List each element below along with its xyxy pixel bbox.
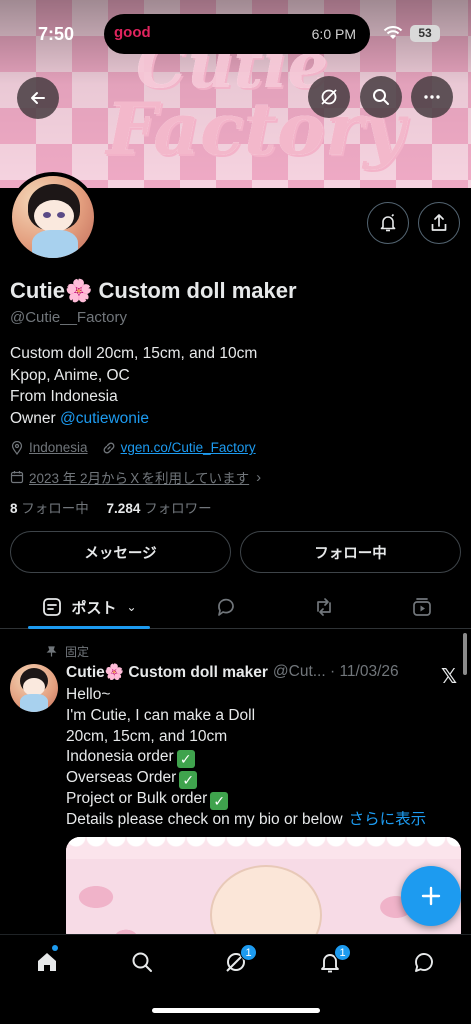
check-mark-icon: ✓: [210, 792, 229, 811]
nav-messages[interactable]: [409, 947, 439, 977]
home-unread-dot: [52, 945, 58, 951]
island-left-text: good: [114, 24, 151, 41]
search-icon: [373, 89, 389, 105]
location-icon: [11, 440, 23, 455]
more-icon: [424, 95, 440, 99]
joined-row[interactable]: 2023 年 2月からＸを利用しています ›: [10, 467, 261, 487]
following-count[interactable]: 8: [10, 501, 18, 516]
profile-bio: Custom doll 20cm, 15cm, and 10cm Kpop, A…: [10, 343, 257, 429]
notify-button[interactable]: [367, 202, 409, 244]
tab-posts-label: ポスト: [71, 599, 117, 617]
tab-media[interactable]: [402, 585, 442, 629]
owner-prefix: Owner: [10, 409, 60, 427]
owner-mention-link[interactable]: @cutiewonie: [60, 410, 149, 427]
status-time: 7:50: [38, 24, 75, 44]
search-icon: [132, 952, 152, 972]
share-button[interactable]: [418, 202, 460, 244]
check-mark-icon: ✓: [176, 750, 195, 769]
followers-label[interactable]: フォロワー: [144, 501, 212, 516]
post-line: Details please check on my bio or below さ…: [66, 811, 427, 829]
pinned-text: 固定: [65, 645, 90, 659]
notify-bell-icon: [380, 213, 396, 232]
status-bar: 7:50 good 6:0 PM 53: [0, 0, 471, 60]
post-line-with-check: Overseas Order ✓: [66, 768, 426, 790]
nav-home[interactable]: [32, 947, 62, 977]
location-text[interactable]: Indonesia: [29, 440, 88, 455]
website-link[interactable]: vgen.co/Cutie_Factory: [121, 440, 256, 455]
active-tab-indicator: [28, 626, 150, 629]
messages-icon: [415, 953, 433, 972]
tab-reposts[interactable]: [304, 585, 344, 629]
following-label[interactable]: フォロー中: [21, 501, 89, 516]
replies-icon: [218, 598, 234, 616]
post-handle-date: @Cut... · 11/03/26: [272, 663, 399, 680]
post-avatar[interactable]: [10, 664, 58, 712]
back-arrow-icon: [31, 92, 45, 104]
calendar-icon: [10, 471, 24, 484]
post-line: Hello~: [66, 686, 111, 703]
notifications-badge: 1: [334, 944, 351, 961]
share-icon: [431, 214, 447, 231]
message-button[interactable]: メッセージ: [10, 531, 231, 573]
post-line: 20cm, 15cm, and 10cm: [66, 727, 228, 745]
post-line-with-check: Project or Bulk order ✓: [66, 789, 426, 811]
post-author-name[interactable]: Cutie🌸 Custom doll maker: [66, 663, 268, 682]
search-button[interactable]: [360, 76, 402, 118]
more-options-button[interactable]: [411, 76, 453, 118]
tab-replies[interactable]: [206, 585, 246, 629]
profile-tabs: ポスト ⌄: [0, 585, 471, 629]
pinned-label: 固定: [46, 643, 89, 660]
pin-icon: [46, 646, 57, 657]
bio-line: Custom doll 20cm, 15cm, and 10cm: [10, 345, 258, 362]
compose-plus-icon: [421, 886, 441, 906]
posts-icon: [43, 598, 62, 616]
wifi-icon: [383, 26, 403, 39]
dynamic-island: good 6:0 PM: [104, 14, 370, 54]
post-line-with-check: Indonesia order ✓: [66, 747, 426, 769]
back-button[interactable]: [17, 77, 59, 119]
grok-button[interactable]: [308, 76, 350, 118]
bio-line: From Indonesia: [10, 388, 118, 405]
post-header: Cutie🌸 Custom doll maker @Cut... · 11/03…: [66, 663, 399, 682]
display-name: Cutie🌸 Custom doll maker: [10, 278, 297, 303]
home-icon: [38, 953, 56, 971]
nav-search[interactable]: [127, 947, 157, 977]
chevron-right-icon: ›: [256, 468, 262, 486]
profile-meta-row: Indonesia vgen.co/Cutie_Factory: [10, 440, 256, 455]
following-button[interactable]: フォロー中: [240, 531, 461, 573]
home-indicator[interactable]: [152, 1008, 320, 1013]
joined-date: 2023 年 2月からＸを利用しています: [29, 471, 250, 486]
follow-stats: 8 フォロー中 7.284 フォロワー: [10, 497, 212, 517]
chevron-down-icon: ⌄: [126, 600, 137, 614]
show-more-link[interactable]: さらに表示: [349, 811, 427, 828]
check-mark-icon: ✓: [179, 771, 198, 790]
grok-icon: [321, 89, 337, 105]
post-body[interactable]: Hello~ I'm Cutie, I can make a Doll 20cm…: [66, 685, 426, 831]
grok-badge: 1: [240, 944, 257, 961]
compose-post-button[interactable]: [401, 866, 461, 926]
x-logo-icon: 𝕏: [441, 666, 458, 688]
battery-indicator: 53: [410, 25, 440, 42]
user-handle: @Cutie__Factory: [10, 309, 127, 326]
repost-icon: [317, 598, 331, 616]
island-right-text: 6:0 PM: [311, 26, 356, 42]
tab-posts[interactable]: ポスト ⌄: [28, 585, 150, 629]
bio-line: Kpop, Anime, OC: [10, 366, 130, 384]
scrollbar[interactable]: [463, 633, 467, 675]
profile-avatar[interactable]: [8, 172, 98, 262]
media-icon: [413, 598, 431, 616]
bio-owner-line: Owner @cutiewonie: [10, 408, 257, 430]
followers-count[interactable]: 7.284: [107, 501, 141, 516]
post-line: I'm Cutie, I can make a Doll: [66, 706, 256, 724]
link-icon: [103, 442, 115, 453]
